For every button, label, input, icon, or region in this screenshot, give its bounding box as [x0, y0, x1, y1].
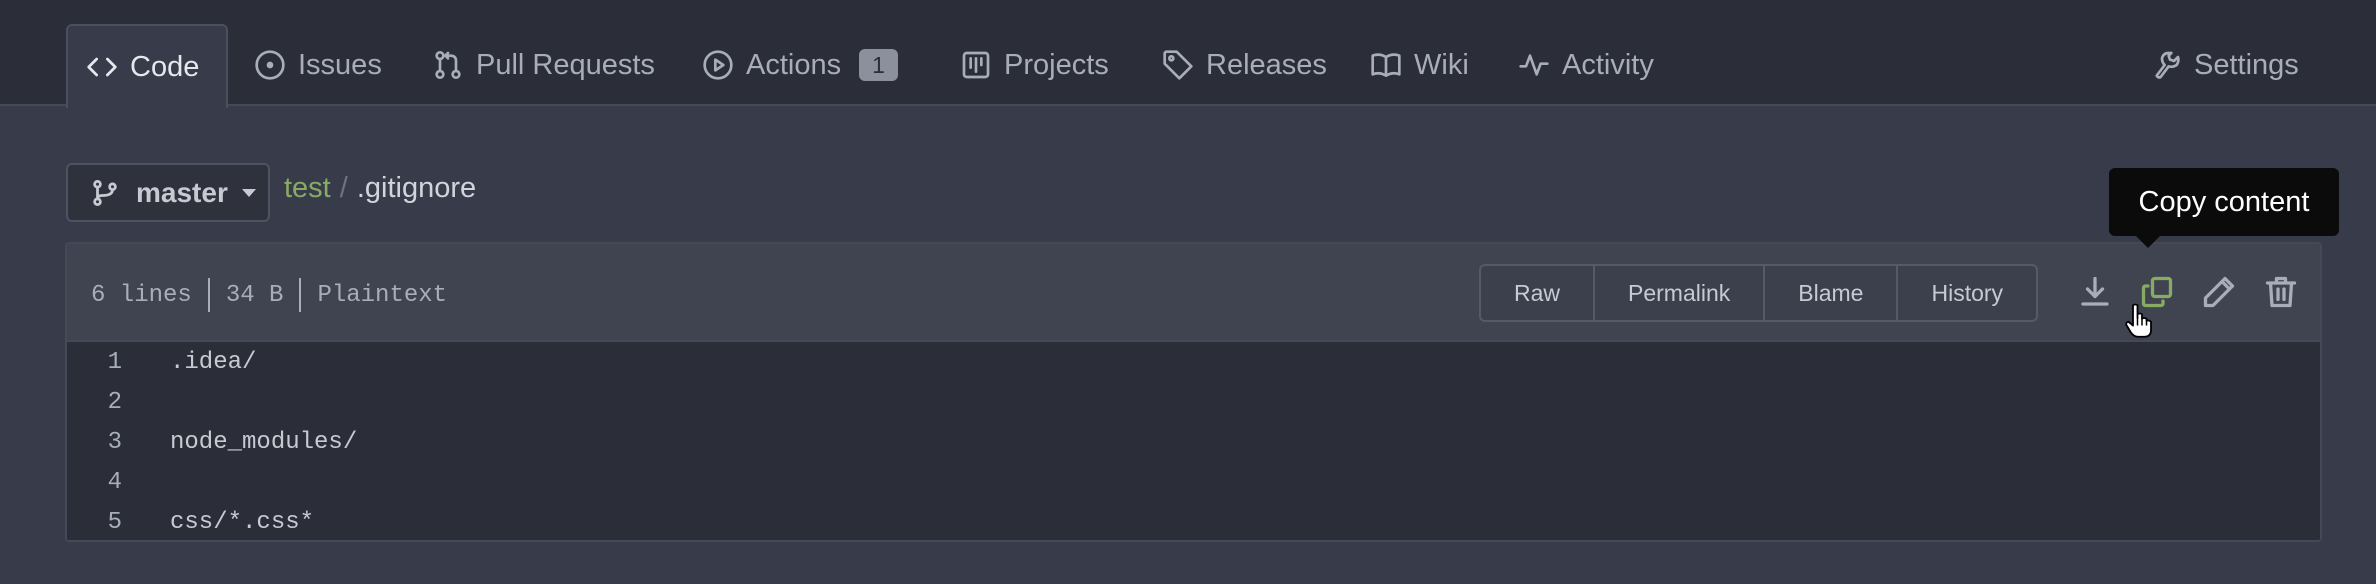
tab-code-label: Code	[130, 50, 200, 83]
code-content: 1 .idea/ 2 3 node_modules/ 4 5 css/*.css…	[67, 342, 2320, 540]
actions-count-badge: 1	[859, 49, 898, 81]
tab-issues[interactable]: Issues	[236, 24, 400, 106]
hand-pointer-cursor-icon	[2125, 303, 2152, 338]
tab-projects-label: Projects	[1004, 48, 1109, 81]
file-line-count: 6 lines	[91, 281, 192, 309]
file-viewer: 6 lines 34 B Plaintext Raw Permalink Bla…	[65, 242, 2322, 542]
code-line: 3 node_modules/	[67, 422, 2320, 462]
line-number[interactable]: 4	[67, 469, 122, 496]
delete-file-button[interactable]	[2263, 274, 2299, 310]
file-view-button-group: Raw Permalink Blame History	[1479, 264, 2039, 322]
raw-button[interactable]: Raw	[1481, 266, 1596, 320]
tab-actions[interactable]: Actions 1	[684, 24, 916, 106]
info-divider	[299, 278, 302, 312]
trash-icon	[2265, 276, 2297, 308]
tab-activity-label: Activity	[1562, 48, 1654, 81]
tab-issues-label: Issues	[298, 48, 382, 81]
line-number[interactable]: 5	[67, 509, 122, 536]
tab-code[interactable]: Code	[66, 24, 228, 108]
copy-content-tooltip: Copy content	[2109, 168, 2339, 248]
permalink-button[interactable]: Permalink	[1595, 266, 1766, 320]
tooltip-text: Copy content	[2138, 185, 2310, 218]
issue-icon	[255, 50, 285, 80]
code-line: 5 css/*.css*	[67, 502, 2320, 540]
line-number[interactable]: 3	[67, 429, 122, 456]
edit-file-button[interactable]	[2201, 274, 2237, 310]
download-button[interactable]	[2077, 274, 2113, 310]
history-button[interactable]: History	[1898, 266, 2036, 320]
file-size: 34 B	[225, 281, 284, 309]
pencil-icon	[2203, 276, 2235, 308]
tab-activity[interactable]: Activity	[1500, 24, 1672, 106]
line-number[interactable]: 2	[67, 389, 122, 416]
line-text: node_modules/	[170, 428, 358, 456]
book-icon	[1371, 53, 1401, 77]
repo-nav-bar: Code Issues Pull Requests Actions 1 Proj…	[0, 0, 2376, 108]
breadcrumb-separator: /	[339, 172, 348, 204]
file-info: 6 lines 34 B Plaintext	[91, 278, 447, 312]
download-icon	[2081, 276, 2109, 306]
tab-pull-requests-label: Pull Requests	[476, 48, 655, 81]
line-text: css/*.css*	[170, 508, 315, 536]
info-divider	[207, 278, 210, 312]
project-icon	[962, 51, 990, 79]
tab-releases[interactable]: Releases	[1144, 24, 1345, 106]
tab-pull-requests[interactable]: Pull Requests	[414, 24, 673, 106]
blame-button[interactable]: Blame	[1765, 266, 1899, 320]
tab-settings-label: Settings	[2194, 48, 2299, 81]
tab-releases-label: Releases	[1206, 48, 1327, 81]
file-header: 6 lines 34 B Plaintext Raw Permalink Bla…	[67, 244, 2320, 342]
chevron-down-icon	[241, 188, 256, 197]
tab-wiki[interactable]: Wiki	[1352, 24, 1487, 106]
branch-name: master	[136, 176, 228, 208]
tab-actions-label: Actions	[746, 48, 842, 81]
file-language: Plaintext	[317, 281, 448, 309]
breadcrumb: test / .gitignore	[284, 172, 476, 205]
tab-projects[interactable]: Projects	[942, 24, 1127, 106]
line-text: .idea/	[170, 348, 257, 376]
code-line: 1 .idea/	[67, 342, 2320, 382]
line-number[interactable]: 1	[67, 349, 122, 376]
breadcrumb-repo-link[interactable]: test	[284, 172, 331, 205]
wrench-icon	[2155, 51, 2180, 79]
tag-icon	[1163, 50, 1193, 80]
code-line: 4	[67, 462, 2320, 502]
code-line: 2	[67, 382, 2320, 422]
pull-request-icon	[435, 51, 461, 79]
tab-wiki-label: Wiki	[1414, 48, 1469, 81]
branch-selector-button[interactable]: master	[66, 163, 270, 222]
breadcrumb-file-name: .gitignore	[356, 172, 477, 204]
branch-icon	[93, 179, 117, 206]
pulse-icon	[1519, 54, 1549, 76]
code-icon	[87, 57, 117, 77]
play-icon	[703, 50, 733, 80]
tab-settings[interactable]: Settings	[2132, 24, 2317, 106]
